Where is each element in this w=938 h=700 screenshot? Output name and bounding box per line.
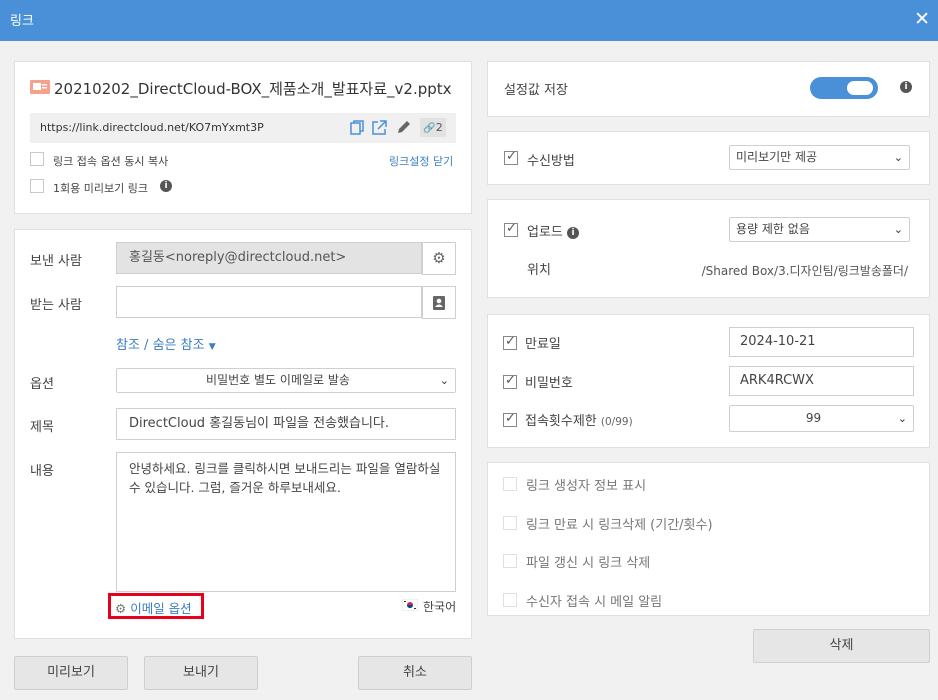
receive-method-select[interactable]: 미리보기만 제공 ⌄	[729, 145, 910, 170]
access-mail-alert-label: 수신자 접속 시 메일 알림	[526, 595, 663, 610]
language-selector[interactable]: 한국어	[423, 598, 456, 615]
password-checkbox[interactable]	[503, 373, 517, 389]
title-bar: 링크 ✕	[0, 0, 938, 41]
receive-method-checkbox[interactable]	[504, 149, 518, 165]
show-creator-info-checkbox[interactable]	[503, 477, 517, 491]
upload-value: 용량 제한 없음	[736, 222, 810, 236]
korean-flag-icon	[402, 599, 418, 611]
receive-method-value: 미리보기만 제공	[736, 150, 818, 164]
info-icon[interactable]: i	[900, 81, 912, 93]
link-count: 2	[435, 121, 443, 134]
expiry-field[interactable]: 2024-10-21	[729, 327, 914, 357]
copy-with-options-label: 링크 접속 옵션 동시 복사	[53, 155, 169, 168]
access-mail-alert-checkbox[interactable]	[503, 593, 517, 607]
preview-button[interactable]: 미리보기	[14, 656, 128, 690]
options-label: 옵션	[30, 377, 54, 392]
upload-checkbox[interactable]	[504, 221, 518, 237]
save-settings-label: 설정값 저장	[504, 83, 568, 98]
close-icon[interactable]: ✕	[914, 8, 930, 30]
address-book-button[interactable]	[422, 286, 456, 319]
window-title: 링크	[10, 14, 34, 29]
open-link-icon[interactable]	[372, 120, 387, 135]
delete-on-update-checkbox[interactable]	[503, 554, 517, 568]
recipient-field[interactable]	[116, 286, 422, 318]
sender-label: 보낸 사람	[30, 254, 82, 269]
password-field[interactable]: ARK4RCWX	[729, 366, 914, 396]
delete-on-update-label: 파일 갱신 시 링크 삭제	[526, 556, 651, 571]
access-limit-label-text: 접속횟수제한	[525, 414, 597, 429]
delete-button[interactable]: 삭제	[753, 629, 930, 663]
pptx-file-icon	[30, 80, 50, 94]
upload-label: 업로드 i	[527, 221, 580, 240]
cc-bcc-link[interactable]: 참조 / 숨은 참조 ▼	[116, 334, 216, 353]
access-limit-select[interactable]: 99 ⌄	[729, 405, 914, 432]
chevron-down-icon: ⌄	[893, 151, 903, 164]
email-options-label: 이메일 옵션	[130, 601, 192, 616]
subject-label: 제목	[30, 420, 54, 435]
delete-on-expiry-label: 링크 만료 시 링크삭제 (기간/횟수)	[526, 518, 713, 533]
edit-pencil-icon[interactable]	[396, 120, 411, 135]
chevron-down-icon: ⌄	[897, 412, 907, 425]
receive-method-label: 수신방법	[527, 154, 575, 169]
subject-field[interactable]: DirectCloud 홍길동님이 파일을 전송했습니다.	[116, 408, 456, 440]
delete-on-expiry-checkbox[interactable]	[503, 516, 517, 530]
toggle-knob	[847, 81, 873, 95]
access-limit-count: (0/99)	[600, 416, 633, 428]
email-options-link[interactable]: ⚙ 이메일 옵션	[115, 598, 192, 617]
options-select-value: 비밀번호 별도 이메일로 발송	[206, 373, 350, 387]
link-count-badge: 🔗2	[420, 118, 446, 137]
copy-icon[interactable]	[350, 120, 365, 135]
chevron-down-icon: ⌄	[893, 223, 903, 236]
location-value: /Shared Box/3.디자인팀/링크발송폴더/	[701, 264, 908, 278]
address-book-icon	[433, 295, 445, 310]
save-settings-toggle[interactable]	[810, 77, 878, 99]
password-label: 비밀번호	[525, 376, 573, 391]
gear-icon: ⚙	[432, 249, 446, 267]
expiry-label: 만료일	[525, 337, 561, 352]
copy-with-options-checkbox[interactable]	[30, 152, 44, 166]
info-icon[interactable]: i	[567, 226, 580, 239]
expiry-checkbox[interactable]	[503, 334, 517, 350]
upload-select[interactable]: 용량 제한 없음 ⌄	[729, 217, 910, 242]
link-chain-icon: 🔗	[423, 123, 436, 134]
gear-icon: ⚙	[115, 601, 127, 616]
sender-settings-button[interactable]: ⚙	[422, 242, 456, 275]
body-textarea[interactable]: 안녕하세요. 링크를 클릭하시면 보내드리는 파일을 열람하실 수 있습니다. …	[116, 452, 456, 592]
cc-bcc-label: 참조 / 숨은 참조	[116, 338, 205, 353]
one-time-preview-label: 1회용 미리보기 링크	[53, 182, 148, 195]
recipient-label: 받는 사람	[30, 298, 82, 313]
close-settings-link[interactable]: 링크설정 닫기	[389, 153, 453, 169]
access-limit-checkbox[interactable]	[503, 411, 517, 427]
upload-panel	[487, 199, 930, 298]
access-limit-value: 99	[805, 411, 822, 425]
show-creator-info-label: 링크 생성자 정보 표시	[526, 479, 647, 494]
link-url[interactable]: https://link.directcloud.net/KO7mYxmt3P	[40, 121, 264, 134]
access-limit-label: 접속횟수제한 (0/99)	[525, 410, 633, 429]
chevron-down-icon: ⌄	[439, 374, 449, 387]
options-select[interactable]: 비밀번호 별도 이메일로 발송 ⌄	[116, 368, 456, 393]
caret-down-icon: ▼	[208, 342, 216, 352]
body-label: 내용	[30, 464, 54, 479]
cancel-button[interactable]: 취소	[358, 656, 472, 690]
upload-label-text: 업로드	[527, 225, 563, 240]
sender-field: 홍길동<noreply@directcloud.net>	[116, 242, 422, 274]
file-name: 20210202_DirectCloud-BOX_제품소개_발표자료_v2.pp…	[54, 80, 452, 98]
location-label: 위치	[527, 263, 551, 278]
info-icon[interactable]: i	[160, 180, 172, 192]
one-time-preview-checkbox[interactable]	[30, 179, 44, 193]
send-button[interactable]: 보내기	[144, 656, 258, 690]
